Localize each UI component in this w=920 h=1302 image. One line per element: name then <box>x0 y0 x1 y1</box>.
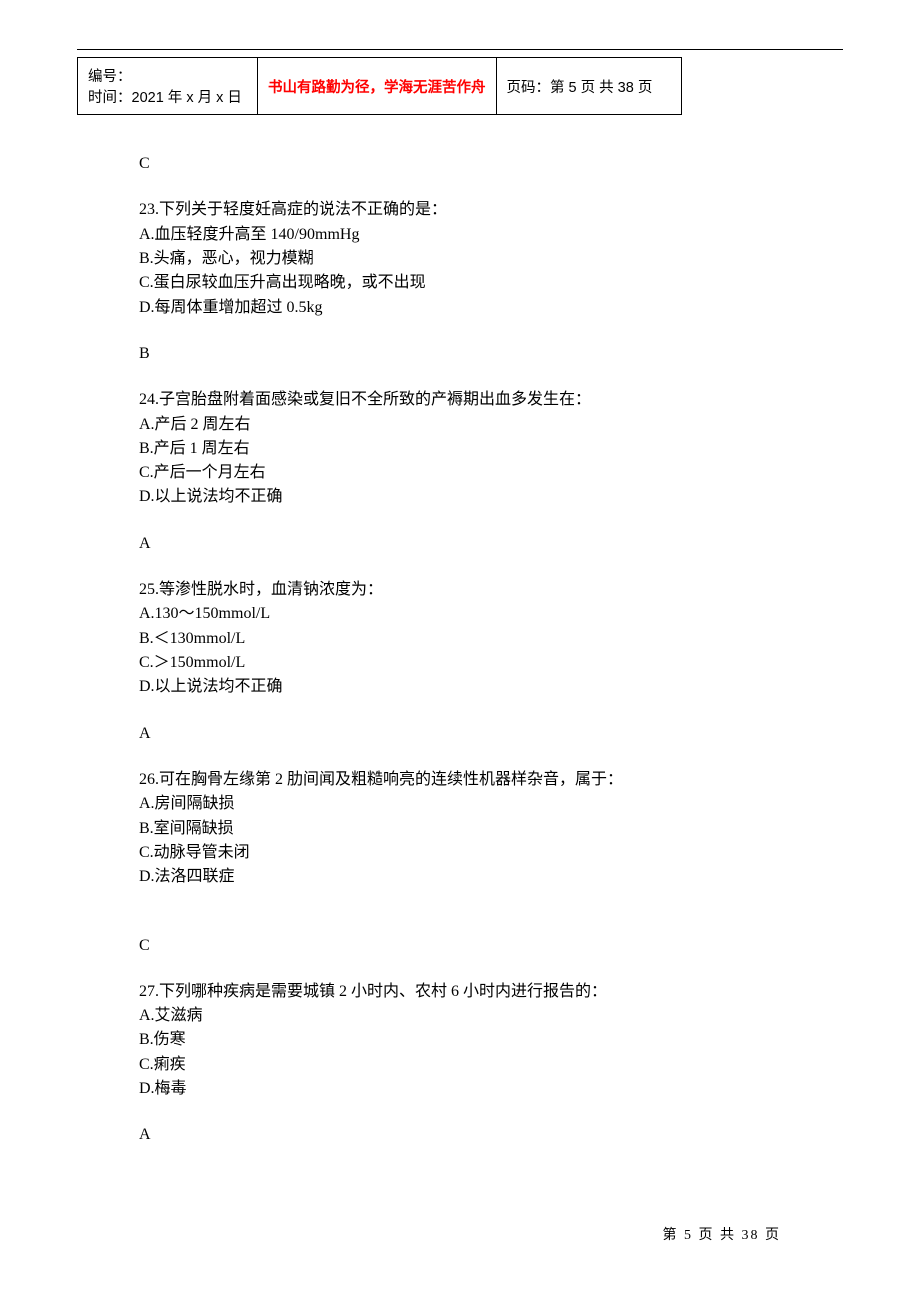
option-a: A.130～150mmol/L <box>139 602 781 626</box>
doc-time-label: 时间：2021 年 x 月 x 日 <box>88 86 247 107</box>
answer-24: A <box>139 532 781 556</box>
doc-number-label: 编号： <box>88 65 247 86</box>
answer-23: B <box>139 342 781 366</box>
question-stem: 23.下列关于轻度妊高症的说法不正确的是： <box>139 198 781 222</box>
pre-answer: C <box>139 152 781 176</box>
document-content: C 23.下列关于轻度妊高症的说法不正确的是： A.血压轻度升高至 140/90… <box>139 152 781 1170</box>
option-c: C.产后一个月左右 <box>139 461 781 485</box>
answer-25: A <box>139 722 781 746</box>
question-24: 24.子宫胎盘附着面感染或复旧不全所致的产褥期出血多发生在： A.产后 2 周左… <box>139 388 781 510</box>
footer-page-number: 第 5 页 共 38 页 <box>663 1224 782 1244</box>
option-d: D.每周体重增加超过 0.5kg <box>139 296 781 320</box>
question-stem: 27.下列哪种疾病是需要城镇 2 小时内、农村 6 小时内进行报告的： <box>139 980 781 1004</box>
option-a: A.房间隔缺损 <box>139 792 781 816</box>
question-stem: 25.等渗性脱水时，血清钠浓度为： <box>139 578 781 602</box>
option-a: A.产后 2 周左右 <box>139 413 781 437</box>
question-27: 27.下列哪种疾病是需要城镇 2 小时内、农村 6 小时内进行报告的： A.艾滋… <box>139 980 781 1102</box>
option-b: B.产后 1 周左右 <box>139 437 781 461</box>
option-b: B.＜130mmol/L <box>139 627 781 651</box>
header-motto: 书山有路勤为径，学海无涯苦作舟 <box>268 80 486 96</box>
header-left-cell: 编号： 时间：2021 年 x 月 x 日 <box>78 58 258 115</box>
option-d: D.以上说法均不正确 <box>139 675 781 699</box>
spacer <box>139 912 781 934</box>
option-c: C.＞150mmol/L <box>139 651 781 675</box>
option-a: A.血压轻度升高至 140/90mmHg <box>139 223 781 247</box>
question-stem: 24.子宫胎盘附着面感染或复旧不全所致的产褥期出血多发生在： <box>139 388 781 412</box>
option-b: B.伤寒 <box>139 1028 781 1052</box>
option-c: C.痢疾 <box>139 1053 781 1077</box>
option-a: A.艾滋病 <box>139 1004 781 1028</box>
header-top-line <box>77 49 843 50</box>
option-c: C.动脉导管未闭 <box>139 841 781 865</box>
option-b: B.头痛，恶心，视力模糊 <box>139 247 781 271</box>
question-26: 26.可在胸骨左缘第 2 肋间闻及粗糙响亮的连续性机器样杂音，属于： A.房间隔… <box>139 768 781 890</box>
answer-26: C <box>139 934 781 958</box>
option-c: C.蛋白尿较血压升高出现略晚，或不出现 <box>139 271 781 295</box>
option-b: B.室间隔缺损 <box>139 817 781 841</box>
option-d: D.法洛四联症 <box>139 865 781 889</box>
header-center-cell: 书山有路勤为径，学海无涯苦作舟 <box>258 58 497 115</box>
question-stem: 26.可在胸骨左缘第 2 肋间闻及粗糙响亮的连续性机器样杂音，属于： <box>139 768 781 792</box>
question-23: 23.下列关于轻度妊高症的说法不正确的是： A.血压轻度升高至 140/90mm… <box>139 198 781 320</box>
header-table: 编号： 时间：2021 年 x 月 x 日 书山有路勤为径，学海无涯苦作舟 页码… <box>77 57 682 115</box>
option-d: D.以上说法均不正确 <box>139 485 781 509</box>
header-right-cell: 页码：第 5 页 共 38 页 <box>496 58 681 115</box>
header-page-label: 页码：第 5 页 共 38 页 <box>507 80 653 96</box>
question-25: 25.等渗性脱水时，血清钠浓度为： A.130～150mmol/L B.＜130… <box>139 578 781 700</box>
option-d: D.梅毒 <box>139 1077 781 1101</box>
answer-27: A <box>139 1123 781 1147</box>
